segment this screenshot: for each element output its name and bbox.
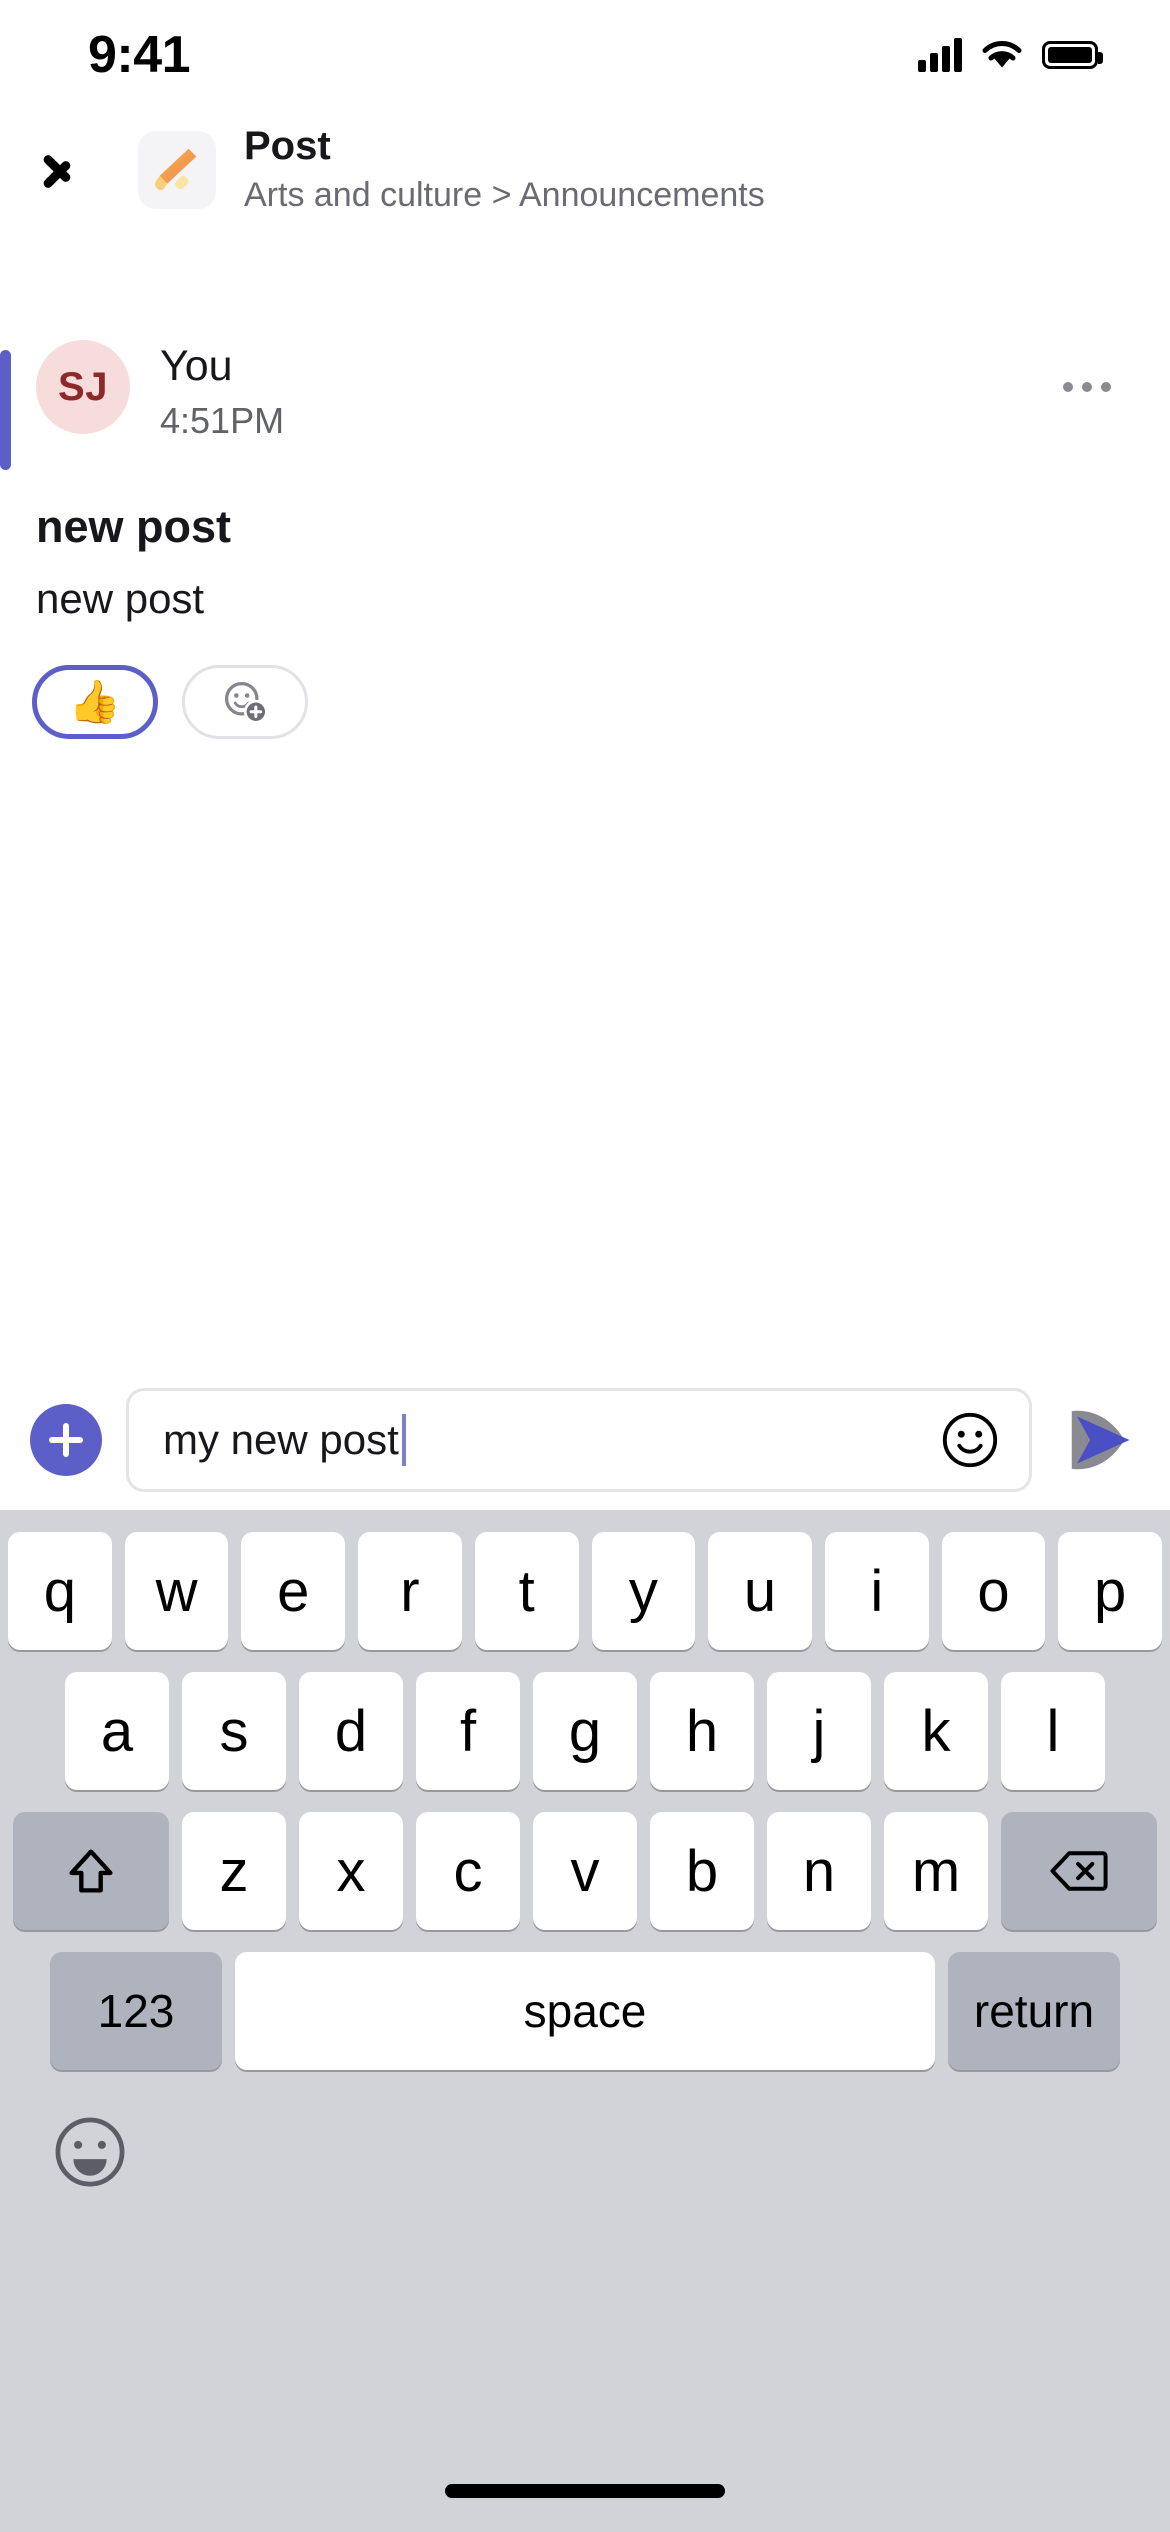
keyboard-row-3: z x c v b n m (0, 1812, 1170, 1930)
on-screen-keyboard: q w e r t y u i o p a s d f g h j k l z … (0, 1510, 1170, 2532)
shift-key[interactable] (13, 1812, 169, 1930)
key-l[interactable]: l (1001, 1672, 1105, 1790)
key-p[interactable]: p (1058, 1532, 1163, 1650)
key-e[interactable]: e (241, 1532, 346, 1650)
message-input-wrapper[interactable]: my new post (126, 1388, 1032, 1492)
return-key[interactable]: return (948, 1952, 1120, 2070)
keyboard-bottom-row (0, 2086, 1170, 2218)
space-key[interactable]: space (235, 1952, 935, 2070)
wifi-icon (982, 40, 1022, 68)
key-m[interactable]: m (884, 1812, 988, 1930)
keyboard-row-4: 123 space return (0, 1952, 1170, 2070)
back-chevron-icon (65, 144, 95, 196)
key-o[interactable]: o (941, 1532, 1046, 1650)
smiley-icon (942, 1412, 998, 1468)
status-bar: 9:41 (0, 0, 1170, 110)
thumbs-up-icon: 👍 (68, 678, 122, 726)
post-author-block: You 4:51PM (160, 340, 284, 443)
header-text: Post Arts and culture > Announcements (244, 123, 765, 217)
key-y[interactable]: y (591, 1532, 696, 1650)
backspace-icon (1050, 1851, 1108, 1891)
key-c[interactable]: c (416, 1812, 520, 1930)
reaction-bar: 👍 (32, 665, 1170, 740)
battery-icon (1042, 41, 1103, 69)
emoji-picker-button[interactable] (939, 1409, 1001, 1471)
page-title: Post (244, 124, 331, 169)
key-u[interactable]: u (708, 1532, 812, 1650)
megaphone-icon (138, 131, 216, 209)
keyboard-row-2: a s d f g h j k l (0, 1672, 1170, 1790)
emoji-keyboard-key[interactable] (52, 2114, 128, 2190)
more-options-icon[interactable] (1052, 362, 1122, 412)
key-b[interactable]: b (650, 1812, 754, 1930)
key-w[interactable]: w (124, 1532, 229, 1650)
backspace-key[interactable] (1001, 1812, 1157, 1930)
key-v[interactable]: v (533, 1812, 637, 1930)
post-body: new post (36, 575, 205, 623)
home-indicator (445, 2484, 725, 2498)
add-attachment-button[interactable] (30, 1404, 102, 1476)
post-title: new post (36, 501, 232, 553)
key-d[interactable]: d (299, 1672, 403, 1790)
send-icon (1071, 1410, 1130, 1470)
key-n[interactable]: n (767, 1812, 871, 1930)
message-input-text[interactable]: my new post (163, 1414, 939, 1466)
post-author-name: You (160, 342, 233, 390)
thumbs-up-reaction-button[interactable]: 👍 (32, 665, 158, 740)
post-header: SJ You 4:51PM (0, 340, 1170, 443)
cellular-signal-icon (918, 38, 962, 72)
key-h[interactable]: h (650, 1672, 754, 1790)
key-r[interactable]: r (358, 1532, 462, 1650)
key-s[interactable]: s (182, 1672, 286, 1790)
emoji-keyboard-icon (55, 2117, 125, 2187)
keyboard-row-1: q w e r t y u i o p (0, 1532, 1170, 1650)
breadcrumb[interactable]: Arts and culture > Announcements (244, 174, 765, 217)
phone-screen: 9:41 Post Arts and culture > Announcemen… (0, 0, 1170, 2532)
avatar[interactable]: SJ (36, 340, 130, 434)
key-g[interactable]: g (533, 1672, 637, 1790)
nav-header: Post Arts and culture > Announcements (0, 110, 1170, 230)
send-button[interactable] (1056, 1398, 1140, 1482)
key-f[interactable]: f (416, 1672, 520, 1790)
key-t[interactable]: t (474, 1532, 579, 1650)
key-x[interactable]: x (299, 1812, 403, 1930)
add-reaction-button[interactable] (182, 665, 308, 740)
key-i[interactable]: i (824, 1532, 929, 1650)
post-card: SJ You 4:51PM new post new post 👍 (0, 340, 1170, 740)
numbers-key[interactable]: 123 (50, 1952, 222, 2070)
add-emoji-icon (224, 682, 268, 725)
key-j[interactable]: j (767, 1672, 871, 1790)
key-a[interactable]: a (65, 1672, 169, 1790)
message-input-value: my new post (163, 1416, 399, 1463)
message-composer: my new post (0, 1370, 1170, 1510)
key-z[interactable]: z (182, 1812, 286, 1930)
status-bar-time: 9:41 (88, 26, 191, 84)
status-bar-icons (918, 38, 1103, 72)
text-cursor (401, 1414, 406, 1466)
shift-icon (69, 1849, 113, 1893)
key-q[interactable]: q (7, 1532, 112, 1650)
post-timestamp: 4:51PM (160, 400, 285, 442)
key-k[interactable]: k (884, 1672, 988, 1790)
back-button[interactable] (40, 130, 120, 210)
